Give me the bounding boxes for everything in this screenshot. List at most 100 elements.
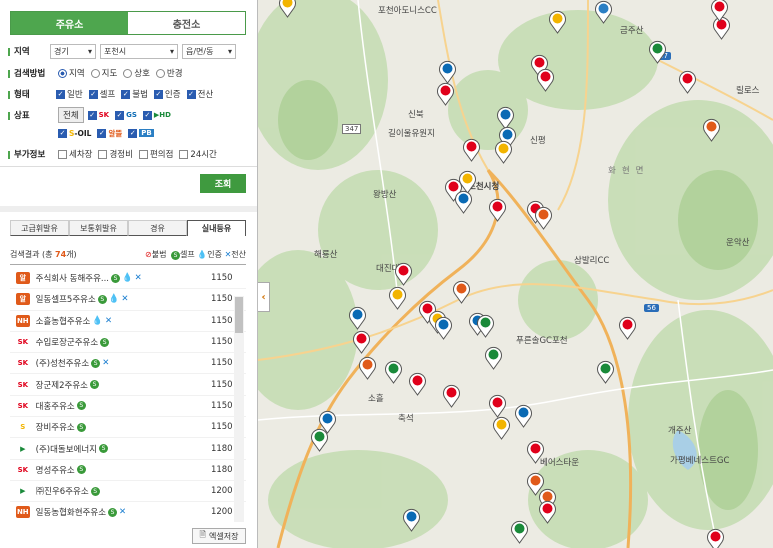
station-marker-icon[interactable] bbox=[352, 330, 371, 354]
station-marker-icon[interactable] bbox=[488, 198, 507, 222]
station-row[interactable]: SK 장군제2주유소 S 1150 bbox=[10, 374, 246, 396]
station-marker-icon[interactable] bbox=[402, 508, 421, 532]
tab-kerosene[interactable]: 실내등유 bbox=[187, 220, 246, 236]
station-marker-icon[interactable] bbox=[526, 440, 545, 464]
town-select[interactable]: 읍/면/동 ▾ bbox=[182, 43, 236, 59]
station-marker-icon[interactable] bbox=[488, 394, 507, 418]
search-button[interactable]: 조회 bbox=[200, 174, 246, 193]
station-row[interactable]: NH 일동농협화현주유소 S ✕ 1200 bbox=[10, 502, 246, 522]
method-option-map[interactable]: 지도 bbox=[90, 67, 117, 79]
station-marker-icon[interactable] bbox=[442, 384, 461, 408]
method-option-radius[interactable]: 반경 bbox=[155, 67, 183, 79]
station-row[interactable]: NH 소흘농협주유소 💧 ✕ 1150 bbox=[10, 311, 246, 332]
scrollbar[interactable] bbox=[234, 296, 244, 522]
extra-24h[interactable]: 24시간 bbox=[179, 148, 217, 160]
station-marker-icon[interactable] bbox=[438, 60, 457, 84]
brand-pb[interactable]: ✓ PB bbox=[128, 128, 154, 138]
station-name[interactable]: 소흘농협주유소 💧 ✕ bbox=[36, 315, 211, 327]
station-marker-icon[interactable] bbox=[710, 0, 729, 22]
city-select[interactable]: 포천시 ▾ bbox=[100, 43, 178, 59]
station-marker-icon[interactable] bbox=[484, 346, 503, 370]
station-marker-icon[interactable] bbox=[454, 190, 473, 214]
brand-all-button[interactable]: 전체 bbox=[58, 107, 84, 123]
type-general[interactable]: ✓ 일반 bbox=[56, 88, 83, 100]
station-name[interactable]: 장군제2주유소 S bbox=[36, 379, 211, 391]
station-marker-icon[interactable] bbox=[358, 356, 377, 380]
option-label: 불법 bbox=[132, 90, 148, 100]
tab-gas-station[interactable]: 주유소 bbox=[11, 12, 128, 34]
brand-soil[interactable]: ✓ S-OIL bbox=[58, 128, 91, 138]
brand-logo-icon: S bbox=[16, 421, 30, 434]
brand-hd[interactable]: ✓ ▶HD bbox=[142, 110, 171, 120]
station-name[interactable]: 일동농협화현주유소 S ✕ bbox=[36, 506, 211, 518]
tab-diesel[interactable]: 경유 bbox=[128, 220, 187, 236]
station-marker-icon[interactable] bbox=[462, 138, 481, 162]
station-marker-icon[interactable] bbox=[494, 140, 513, 164]
station-name[interactable]: (주)성천주유소 S ✕ bbox=[36, 357, 211, 369]
extra-carwash[interactable]: 세차장 bbox=[58, 148, 92, 160]
tab-premium-gasoline[interactable]: 고급휘발유 bbox=[10, 220, 69, 236]
brand-altteul[interactable]: ✓ 알뜰 bbox=[97, 128, 122, 139]
station-marker-icon[interactable] bbox=[436, 82, 455, 106]
brand-gs[interactable]: ✓ GS bbox=[115, 110, 137, 120]
type-computerized[interactable]: ✓ 전산 bbox=[186, 88, 213, 100]
station-marker-icon[interactable] bbox=[534, 206, 553, 230]
type-certified[interactable]: ✓ 인증 bbox=[153, 88, 181, 100]
station-marker-icon[interactable] bbox=[548, 10, 567, 34]
station-name[interactable]: 일동셀프5주유소 S 💧 ✕ bbox=[36, 293, 211, 305]
station-row[interactable]: ▶ (주)대돌보에너지 S 1180 bbox=[10, 438, 246, 460]
station-row[interactable]: S 장비주유소 S 1150 bbox=[10, 417, 246, 439]
station-name[interactable]: 주식회사 동해주유... S 💧 ✕ bbox=[36, 272, 211, 284]
tab-charging-station[interactable]: 충전소 bbox=[128, 12, 245, 34]
station-row[interactable]: SK 대홍주유소 S 1150 bbox=[10, 396, 246, 418]
station-row[interactable]: 알 주식회사 동해주유... S 💧 ✕ 1150 bbox=[10, 268, 246, 290]
station-marker-icon[interactable] bbox=[384, 360, 403, 384]
station-name[interactable]: 대홍주유소 S bbox=[36, 400, 211, 412]
station-marker-icon[interactable] bbox=[706, 528, 725, 548]
station-marker-icon[interactable] bbox=[618, 316, 637, 340]
station-row[interactable]: SK (주)성천주유소 S ✕ 1150 bbox=[10, 353, 246, 375]
station-name[interactable]: 명성주유소 S bbox=[36, 464, 211, 476]
province-select[interactable]: 경기 ▾ bbox=[50, 43, 96, 59]
station-marker-icon[interactable] bbox=[310, 428, 329, 452]
collapse-panel-button[interactable]: ‹ bbox=[258, 282, 270, 312]
station-marker-icon[interactable] bbox=[702, 118, 721, 142]
type-illegal[interactable]: ✓ 불법 bbox=[121, 88, 148, 100]
station-name[interactable]: ㈜진우6주유소 S bbox=[36, 485, 211, 497]
excel-save-button[interactable]: 🗎 엑셀저장 bbox=[192, 528, 246, 544]
type-self[interactable]: ✓ 셀프 bbox=[88, 88, 115, 100]
excel-icon: 🗎 bbox=[199, 530, 206, 539]
method-option-name[interactable]: 상호 bbox=[123, 67, 150, 79]
station-marker-icon[interactable] bbox=[388, 286, 407, 310]
station-row[interactable]: ▶ ㈜진우6주유소 S 1200 bbox=[10, 481, 246, 503]
station-marker-icon[interactable] bbox=[514, 404, 533, 428]
station-marker-icon[interactable] bbox=[492, 416, 511, 440]
station-marker-icon[interactable] bbox=[510, 520, 529, 544]
station-marker-icon[interactable] bbox=[408, 372, 427, 396]
station-name[interactable]: (주)대돌보에너지 S bbox=[36, 443, 211, 455]
station-name[interactable]: 장비주유소 S bbox=[36, 421, 211, 433]
station-marker-icon[interactable] bbox=[348, 306, 367, 330]
method-option-region[interactable]: 지역 bbox=[58, 67, 85, 79]
station-marker-icon[interactable] bbox=[538, 500, 557, 524]
tab-regular-gasoline[interactable]: 보통휘발유 bbox=[69, 220, 128, 236]
station-marker-icon[interactable] bbox=[594, 0, 613, 24]
station-marker-icon[interactable] bbox=[596, 360, 615, 384]
brand-sk[interactable]: ✓ SK bbox=[87, 110, 109, 120]
extra-store[interactable]: 편의점 bbox=[138, 148, 173, 160]
station-row[interactable]: 알 일동셀프5주유소 S 💧 ✕ 1150 bbox=[10, 289, 246, 311]
station-row[interactable]: SK 수입로장군주유소 S 1150 bbox=[10, 332, 246, 354]
station-marker-icon[interactable] bbox=[536, 68, 555, 92]
station-marker-icon[interactable] bbox=[648, 40, 667, 64]
station-marker-icon[interactable] bbox=[434, 316, 453, 340]
station-marker-icon[interactable] bbox=[278, 0, 297, 18]
map-view[interactable]: 포천아도니스CC 금주산 릴로스 길이울유원지 신북 신평 화현면 왕방산 포천… bbox=[258, 0, 773, 548]
station-marker-icon[interactable] bbox=[452, 280, 471, 304]
station-row[interactable]: SK 명성주유소 S 1180 bbox=[10, 460, 246, 481]
station-marker-icon[interactable] bbox=[394, 262, 413, 286]
scrollbar-thumb[interactable] bbox=[235, 297, 243, 333]
station-name[interactable]: 수입로장군주유소 S bbox=[36, 336, 211, 348]
station-marker-icon[interactable] bbox=[678, 70, 697, 94]
extra-maintenance[interactable]: 경정비 bbox=[98, 148, 133, 160]
station-marker-icon[interactable] bbox=[476, 314, 495, 338]
